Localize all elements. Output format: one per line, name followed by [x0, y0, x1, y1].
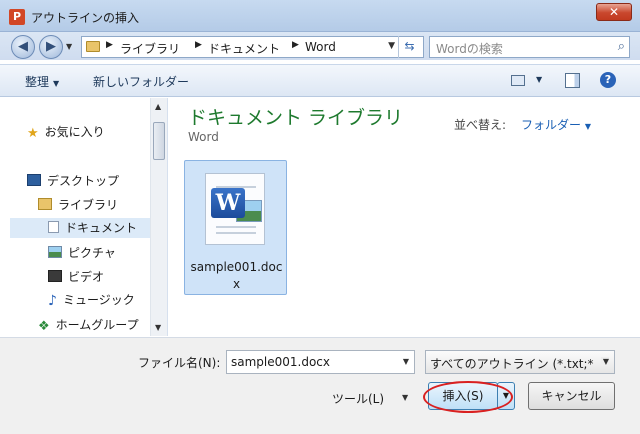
filetype-select[interactable]: すべてのアウトライン (*.txt;* ▼: [425, 350, 615, 374]
sidebar-item-pictures[interactable]: ピクチャ: [48, 243, 116, 263]
navigation-bar: ◀ ▶ ▼ ▶ ライブラリ ▶ ドキュメント ▶ Word ▼ ⇆ Wordの検…: [0, 32, 640, 60]
preview-pane-icon[interactable]: [565, 73, 580, 88]
navigation-scrollbar[interactable]: ▲ ▼: [150, 98, 167, 336]
sidebar-item-music[interactable]: ♪ ミュージック: [48, 290, 135, 310]
scroll-down-icon[interactable]: ▼: [155, 323, 161, 332]
breadcrumb-arrow-icon[interactable]: ▶: [292, 40, 299, 50]
sidebar-item-favorites[interactable]: ★ お気に入り: [27, 122, 105, 142]
video-icon: [48, 270, 62, 282]
library-subtitle: Word: [188, 130, 219, 144]
breadcrumb-arrow-icon[interactable]: ▶: [106, 40, 113, 50]
view-options-chevron-down-icon[interactable]: ▼: [536, 75, 542, 84]
file-item[interactable]: W sample001.docx: [184, 160, 287, 295]
arrange-by-label: 並べ替え:: [454, 118, 507, 132]
new-folder-button[interactable]: 新しいフォルダー: [93, 73, 189, 90]
recent-pages-chevron-down-icon[interactable]: ▼: [66, 42, 72, 51]
sidebar-item-label: デスクトップ: [47, 174, 120, 188]
navigation-pane: ★ お気に入り デスクトップ ライブラリ ドキュメント ピクチャ ビデオ ♪ ミュー…: [0, 98, 168, 336]
help-icon[interactable]: ?: [600, 72, 616, 88]
chevron-down-icon: ▼: [53, 79, 60, 88]
file-name: sample001.docx: [190, 260, 283, 291]
doc-line: [216, 226, 256, 228]
filename-value: sample001.docx: [231, 355, 331, 369]
sidebar-item-library[interactable]: ライブラリ: [38, 195, 118, 215]
sidebar-item-label: ビデオ: [68, 270, 105, 284]
doc-line: [216, 232, 256, 234]
refresh-button[interactable]: ⇆: [398, 36, 420, 58]
document-icon: [48, 221, 59, 233]
scroll-up-icon[interactable]: ▲: [155, 102, 161, 111]
command-bar: 整理 ▼ 新しいフォルダー ▼ ?: [0, 64, 640, 97]
organize-label: 整理: [25, 75, 50, 89]
homegroup-icon: ❖: [38, 319, 50, 334]
dialog-footer: ファイル名(N): sample001.docx ▼ すべてのアウトライン (*…: [0, 337, 640, 434]
tools-chevron-down-icon[interactable]: ▼: [402, 393, 408, 402]
chevron-down-icon: ▼: [584, 122, 591, 131]
sidebar-item-label: ドキュメント: [65, 221, 138, 235]
sidebar-item-label: お気に入り: [44, 125, 105, 139]
filetype-value: すべてのアウトライン (*.txt;*: [430, 357, 594, 371]
powerpoint-app-icon: P: [9, 9, 25, 25]
sidebar-item-documents[interactable]: ドキュメント: [10, 218, 150, 238]
change-view-icon[interactable]: [511, 75, 525, 86]
sidebar-item-videos[interactable]: ビデオ: [48, 267, 104, 287]
filetype-chevron-down-icon[interactable]: ▼: [600, 357, 609, 366]
sidebar-item-label: ピクチャ: [68, 246, 116, 260]
breadcrumb-documents[interactable]: ドキュメント: [208, 40, 280, 57]
search-icon[interactable]: ⌕: [618, 39, 625, 54]
close-button[interactable]: ✕: [596, 3, 632, 21]
arrange-by-value: フォルダー: [521, 118, 582, 132]
sidebar-item-label: ホームグループ: [55, 318, 139, 332]
word-document-icon: W: [205, 173, 265, 245]
scrollbar-thumb[interactable]: [153, 122, 165, 160]
title-bar: P アウトラインの挿入 ✕: [0, 0, 640, 32]
search-input[interactable]: Wordの検索 ⌕: [429, 36, 630, 58]
picture-icon: [48, 246, 62, 258]
organize-menu-button[interactable]: 整理 ▼: [25, 73, 59, 90]
library-title: ドキュメント ライブラリ: [188, 107, 404, 129]
sidebar-item-label: ミュージック: [62, 293, 135, 307]
window-title: アウトラインの挿入: [31, 11, 140, 25]
cancel-button[interactable]: キャンセル: [528, 382, 615, 410]
sidebar-item-homegroup[interactable]: ❖ ホームグループ: [38, 315, 139, 335]
star-icon: ★: [27, 126, 39, 141]
sidebar-item-desktop[interactable]: デスクトップ: [27, 171, 119, 191]
word-logo-icon: W: [211, 188, 245, 218]
library-icon: [38, 198, 52, 210]
back-button[interactable]: ◀: [11, 35, 35, 59]
forward-button[interactable]: ▶: [39, 35, 63, 59]
search-placeholder: Wordの検索: [436, 42, 503, 56]
breadcrumb-arrow-icon[interactable]: ▶: [195, 40, 202, 50]
address-bar[interactable]: ▶ ライブラリ ▶ ドキュメント ▶ Word ▼: [81, 36, 424, 58]
arrange-by-dropdown[interactable]: フォルダー ▼: [521, 116, 591, 133]
tools-menu-button[interactable]: ツール(L): [332, 390, 384, 407]
highlight-annotation-ellipse: [423, 381, 513, 413]
breadcrumb-library[interactable]: ライブラリ: [120, 40, 180, 57]
breadcrumb-word[interactable]: Word: [305, 40, 336, 54]
address-chevron-down-icon[interactable]: ▼: [388, 41, 395, 51]
file-list-area: ドキュメント ライブラリ Word 並べ替え: フォルダー ▼ W sample…: [169, 98, 640, 336]
filename-chevron-down-icon[interactable]: ▼: [403, 357, 409, 366]
filename-input[interactable]: sample001.docx ▼: [226, 350, 415, 374]
desktop-icon: [27, 174, 41, 186]
folder-icon: [86, 41, 100, 52]
music-icon: ♪: [48, 293, 57, 309]
sidebar-item-label: ライブラリ: [58, 198, 119, 212]
filename-label: ファイル名(N):: [138, 356, 221, 370]
